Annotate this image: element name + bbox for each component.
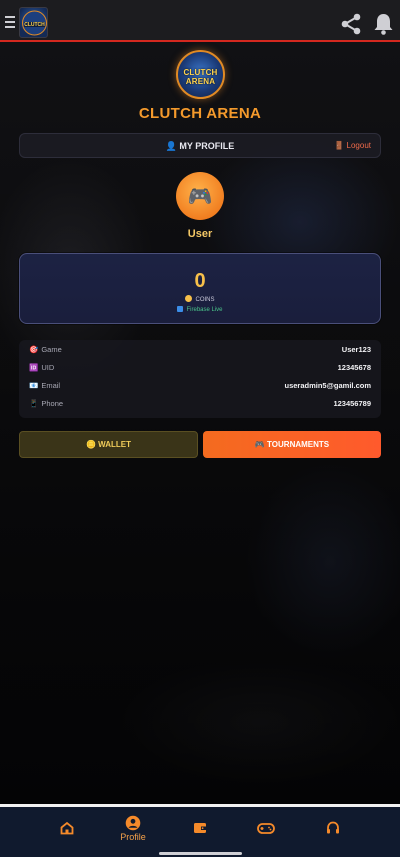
nav-profile-label: Profile bbox=[120, 832, 146, 842]
nav-home[interactable] bbox=[47, 821, 87, 851]
coin-icon bbox=[185, 295, 193, 302]
hamburger-icon[interactable] bbox=[5, 16, 15, 28]
info-row-phone: 📱 Phone 123456789 bbox=[29, 399, 371, 411]
info-value: User123 bbox=[341, 345, 371, 354]
app-title: CLUTCH ARENA bbox=[138, 105, 262, 122]
app-logo[interactable]: CLUTCH bbox=[19, 7, 48, 38]
info-row-uid: 🆔 UID 12345678 bbox=[29, 363, 371, 375]
nav-support[interactable] bbox=[313, 821, 353, 851]
info-value: 123456789 bbox=[333, 399, 371, 408]
logout-button[interactable]: 🚪 Logout bbox=[334, 141, 371, 150]
home-icon bbox=[60, 821, 74, 835]
bottom-navigation: Profile bbox=[0, 804, 400, 857]
coins-label-row: COINS bbox=[20, 295, 380, 303]
gamepad-avatar-icon: 🎮 bbox=[187, 185, 213, 208]
info-row-email: 📧 Email useradmin5@gamil.com bbox=[29, 381, 371, 393]
info-key: 📱 Phone bbox=[29, 399, 64, 408]
avatar: 🎮 bbox=[176, 172, 224, 220]
headset-icon bbox=[327, 821, 339, 834]
tournaments-button[interactable]: 🎮 TOURNAMENTS bbox=[203, 431, 381, 458]
wallet-icon bbox=[194, 823, 206, 833]
info-value: useradmin5@gamil.com bbox=[284, 381, 371, 390]
system-home-indicator[interactable] bbox=[159, 852, 242, 855]
user-info-card: 🎯 Game User123 🆔 UID 12345678 📧 Email usera… bbox=[19, 340, 381, 418]
nav-wallet[interactable] bbox=[180, 821, 220, 851]
id-icon: 🆔 bbox=[29, 363, 39, 372]
svg-text:CLUTCH: CLUTCH bbox=[24, 22, 45, 28]
bell-icon[interactable] bbox=[373, 12, 394, 35]
phone-icon: 📱 bbox=[29, 399, 39, 408]
info-key: 🆔 UID bbox=[29, 363, 55, 372]
target-icon: 🎯 bbox=[29, 345, 39, 354]
brand-logo-text: CLUTCH ARENA bbox=[183, 68, 218, 86]
info-key: 📧 Email bbox=[29, 381, 61, 390]
coins-label: COINS bbox=[195, 297, 215, 303]
profile-icon bbox=[125, 815, 141, 831]
profile-header-bar: 👤 MY PROFILE 🚪 Logout bbox=[19, 133, 381, 158]
gamepad-icon bbox=[257, 823, 275, 834]
top-app-bar: CLUTCH bbox=[0, 0, 400, 42]
live-status-row: Firebase Live bbox=[20, 306, 380, 313]
user-name: User bbox=[187, 228, 213, 240]
nav-games[interactable] bbox=[246, 821, 286, 851]
wallet-button[interactable]: 🪙 WALLET bbox=[19, 431, 198, 458]
info-key: 🎯 Game bbox=[29, 345, 62, 354]
coins-card: 0 COINS Firebase Live bbox=[19, 253, 381, 324]
profile-title: 👤 MY PROFILE bbox=[165, 141, 235, 151]
info-row-game: 🎯 Game User123 bbox=[29, 345, 371, 357]
email-icon: 📧 bbox=[29, 381, 39, 390]
info-value: 12345678 bbox=[337, 363, 371, 372]
brand-logo: CLUTCH ARENA bbox=[176, 50, 225, 99]
coins-value: 0 bbox=[194, 270, 206, 292]
share-icon[interactable] bbox=[339, 12, 363, 36]
nav-profile[interactable]: Profile bbox=[113, 815, 153, 845]
refresh-icon bbox=[177, 306, 184, 312]
live-status: Firebase Live bbox=[186, 307, 223, 313]
